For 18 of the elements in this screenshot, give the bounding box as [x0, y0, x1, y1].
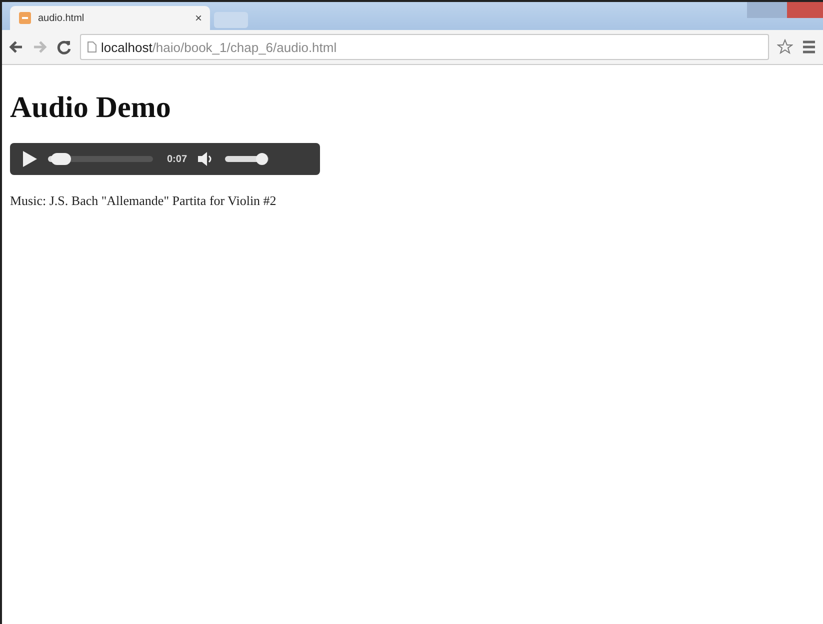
page-icon: [18, 11, 32, 25]
tab-title: audio.html: [38, 12, 86, 24]
back-icon[interactable]: [8, 39, 24, 55]
time-display: 0:07: [167, 154, 188, 164]
volume-thumb[interactable]: [256, 153, 268, 165]
address-bar[interactable]: localhost/haio/book_1/chap_6/audio.html: [80, 34, 769, 60]
play-icon[interactable]: [22, 150, 38, 168]
reload-icon[interactable]: [56, 39, 72, 55]
browser-tab[interactable]: audio.html ×: [10, 6, 210, 30]
page-heading: Audio Demo: [10, 91, 172, 125]
seek-bar[interactable]: [48, 156, 153, 162]
close-tab-button[interactable]: ×: [194, 11, 202, 25]
menu-icon[interactable]: [801, 39, 817, 55]
seek-thumb[interactable]: [50, 153, 71, 165]
music-caption: Music: J.S. Bach "Allemande" Partita for Violin #2: [10, 193, 278, 209]
volume-slider[interactable]: [225, 156, 270, 162]
page-icon: [87, 41, 97, 53]
star-icon[interactable]: [777, 39, 793, 55]
